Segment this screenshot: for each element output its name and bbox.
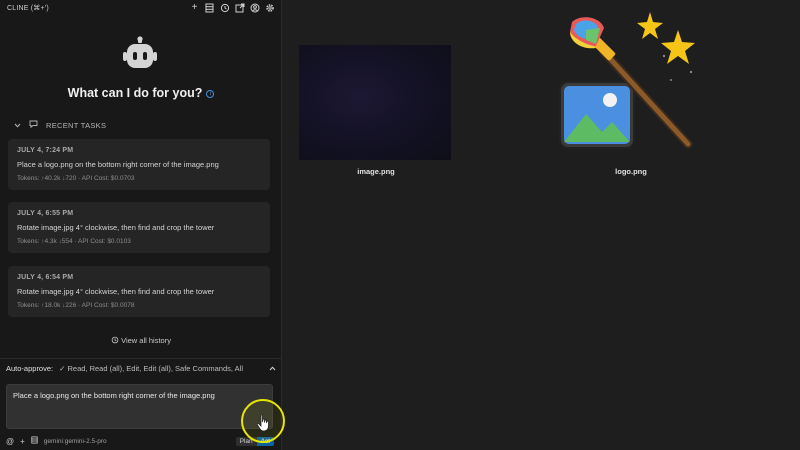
server-icon[interactable]	[204, 2, 215, 13]
task-text: Rotate image.jpg 4° clockwise, then find…	[17, 287, 215, 296]
view-history-label: View all history	[121, 336, 171, 345]
task-card[interactable]: JULY 4, 6:55 PM Rotate image.jpg 4° cloc…	[8, 202, 270, 253]
task-meta: Tokens: ↑18.0k ↓226 · API Cost: $0.0078	[17, 302, 135, 309]
task-text: Rotate image.jpg 4° clockwise, then find…	[17, 223, 215, 232]
hand-cursor-icon	[256, 414, 272, 435]
info-icon[interactable]: i	[206, 90, 215, 98]
task-text: Place a logo.png on the bottom right cor…	[17, 160, 219, 169]
chevron-down-icon	[14, 121, 21, 130]
panel-title: CLINE (⌘+')	[7, 4, 49, 12]
image-filename[interactable]: image.png	[316, 167, 436, 176]
task-card[interactable]: JULY 4, 7:24 PM Place a logo.png on the …	[8, 139, 270, 190]
at-mention-icon[interactable]: @	[6, 437, 14, 446]
server-icon[interactable]	[31, 436, 38, 446]
plus-icon[interactable]: +	[20, 437, 25, 446]
view-all-history-button[interactable]: View all history	[0, 336, 282, 345]
task-date: JULY 4, 7:24 PM	[17, 147, 74, 154]
chat-input[interactable]: Place a logo.png on the bottom right cor…	[6, 384, 273, 429]
task-meta: Tokens: ↑4.3k ↓554 · API Cost: $0.0103	[17, 238, 131, 245]
task-card[interactable]: JULY 4, 6:54 PM Rotate image.jpg 4° cloc…	[8, 266, 270, 317]
plus-icon[interactable]: +	[189, 2, 200, 13]
logo-filename[interactable]: logo.png	[571, 167, 691, 176]
topbar-actions: +	[189, 2, 275, 13]
image-thumbnail[interactable]	[299, 45, 451, 160]
logo-thumbnail[interactable]	[556, 10, 706, 160]
model-selector[interactable]: gemini:gemini-2.5-pro	[44, 438, 230, 445]
settings-icon[interactable]	[264, 2, 275, 13]
history-icon[interactable]	[219, 2, 230, 13]
welcome-heading: What can I do for you? i	[0, 86, 282, 100]
account-icon[interactable]	[249, 2, 260, 13]
cline-sidebar: CLINE (⌘+') + What can I do for you? i R…	[0, 0, 282, 450]
history-icon	[111, 336, 121, 345]
auto-approve-label: Auto-approve:	[6, 364, 54, 373]
recent-tasks-header[interactable]: RECENT TASKS	[14, 120, 106, 130]
task-date: JULY 4, 6:55 PM	[17, 210, 74, 217]
recent-tasks-label: RECENT TASKS	[46, 120, 107, 130]
comment-icon	[29, 120, 38, 130]
cline-robot-icon	[122, 36, 158, 72]
chevron-up-icon[interactable]	[269, 364, 276, 373]
auto-approve-values: ✓ Read, Read (all), Edit, Edit (all), Sa…	[59, 364, 243, 373]
popout-icon[interactable]	[234, 2, 245, 13]
task-date: JULY 4, 6:54 PM	[17, 274, 74, 281]
welcome-heading-text: What can I do for you?	[67, 86, 203, 100]
sidebar-topbar: CLINE (⌘+') +	[0, 0, 281, 15]
task-meta: Tokens: ↑40.2k ↓720 · API Cost: $0.0703	[17, 175, 135, 182]
auto-approve-bar[interactable]: Auto-approve: ✓ Read, Read (all), Edit, …	[0, 358, 282, 378]
chat-toolbar: @ + gemini:gemini-2.5-pro Plan Act	[6, 435, 274, 447]
